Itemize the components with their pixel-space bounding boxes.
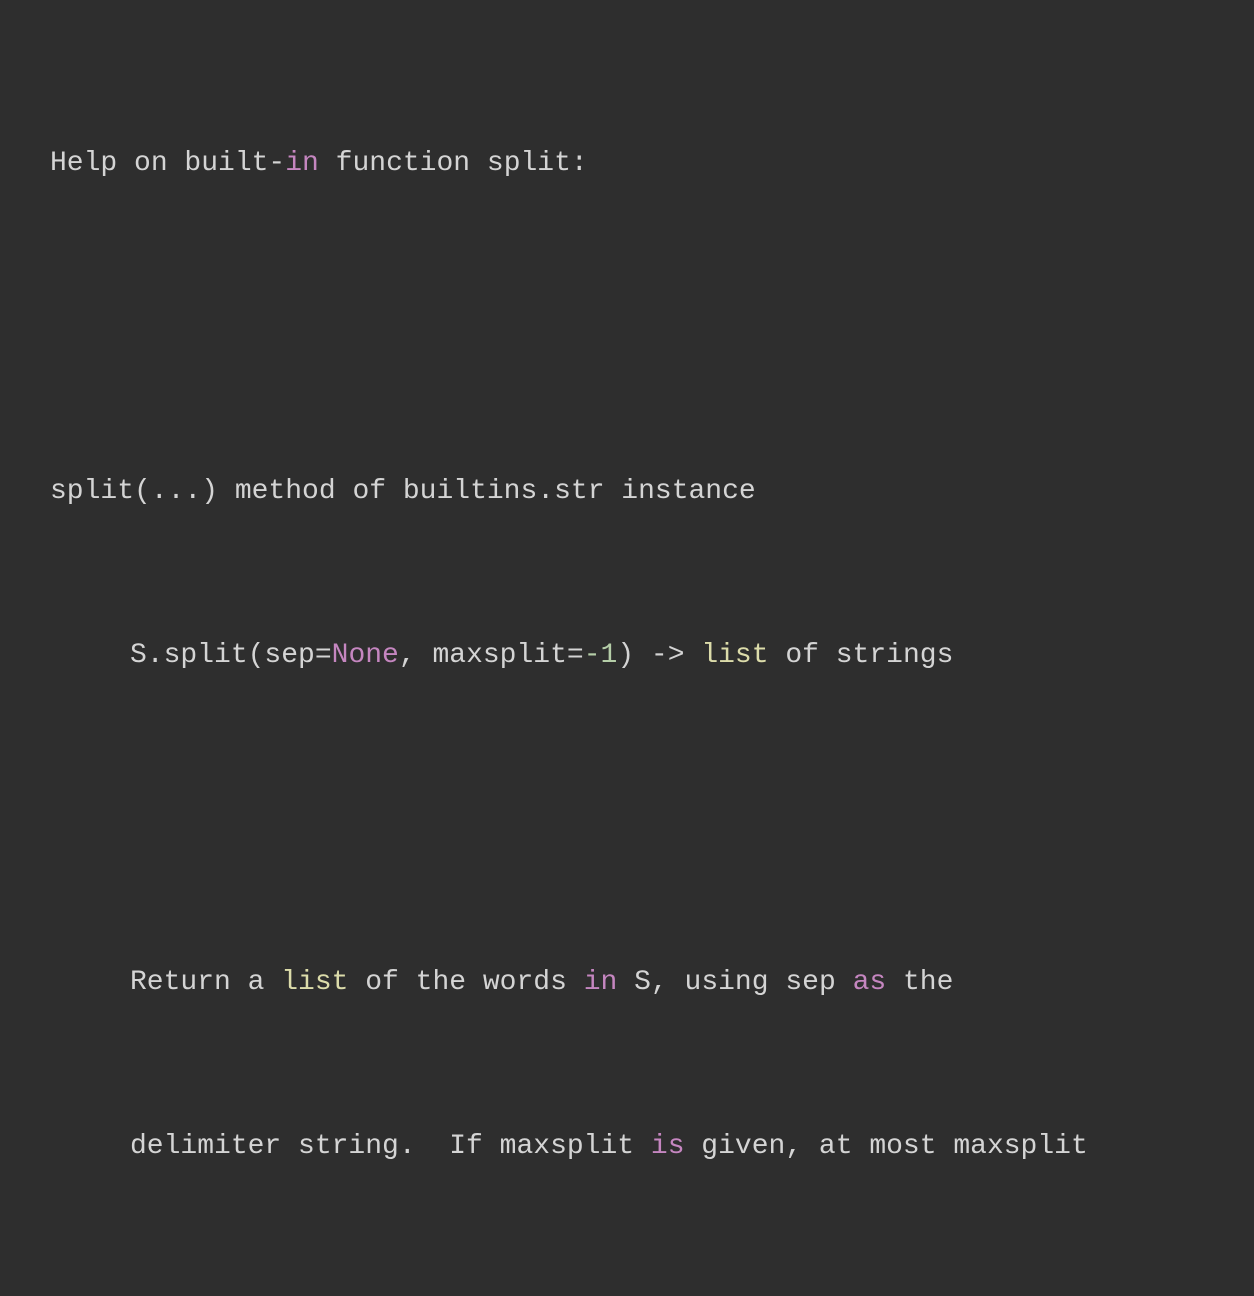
blank-line-2 <box>50 792 1204 847</box>
signature-line: split(...) method of builtins.str instan… <box>50 465 1204 520</box>
blank-line <box>50 301 1204 356</box>
help-header: Help on built-in function split: <box>50 137 1204 192</box>
desc-line-1: Return a list of the words in S, using s… <box>50 956 1204 1011</box>
signature-detail: S.split(sep=None, maxsplit=-1) -> list o… <box>50 629 1204 684</box>
desc-line-3: splits are done. If sep is not specified… <box>50 1284 1204 1296</box>
desc-line-2: delimiter string. If maxsplit is given, … <box>50 1120 1204 1175</box>
help-output: Help on built-in function split: split(.… <box>50 28 1204 1296</box>
